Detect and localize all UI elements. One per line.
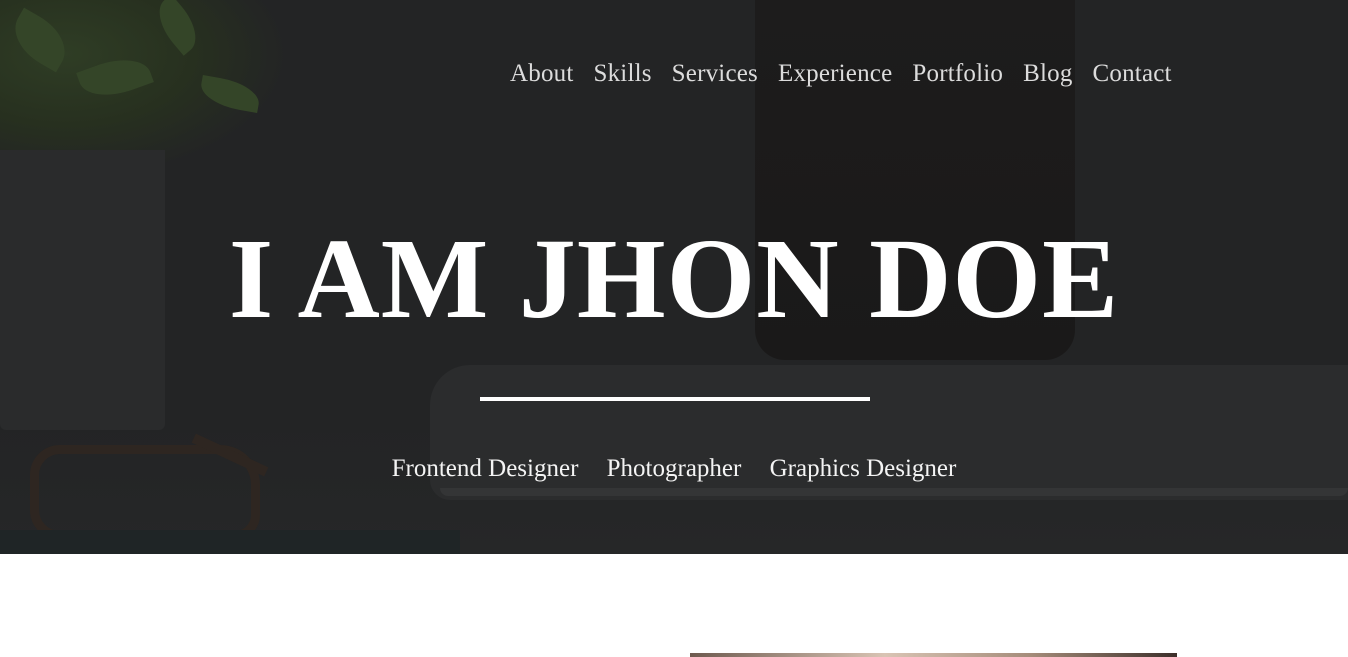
about-section: [0, 554, 1348, 657]
book-image: [0, 530, 460, 554]
nav-link-services[interactable]: Services: [672, 60, 758, 88]
nav-link-experience[interactable]: Experience: [778, 60, 892, 88]
laptop-edge: [440, 488, 1348, 496]
hero-divider: [480, 397, 870, 401]
role-frontend-designer: Frontend Designer: [391, 455, 579, 482]
nav-link-skills[interactable]: Skills: [594, 60, 652, 88]
nav-link-about[interactable]: About: [510, 60, 574, 88]
nav-link-contact[interactable]: Contact: [1093, 60, 1172, 88]
profile-photo-image: [690, 653, 1177, 657]
hero-section: About Skills Services Experience Portfol…: [0, 0, 1348, 554]
hero-roles: Frontend Designer Photographer Graphics …: [0, 455, 1348, 483]
hero-headline: I AM JHON DOE: [228, 215, 1120, 342]
role-graphics-designer: Graphics Designer: [769, 455, 957, 482]
main-nav: About Skills Services Experience Portfol…: [510, 60, 1172, 88]
nav-link-portfolio[interactable]: Portfolio: [912, 60, 1003, 88]
role-photographer: Photographer: [606, 455, 742, 482]
nav-link-blog[interactable]: Blog: [1023, 60, 1072, 88]
